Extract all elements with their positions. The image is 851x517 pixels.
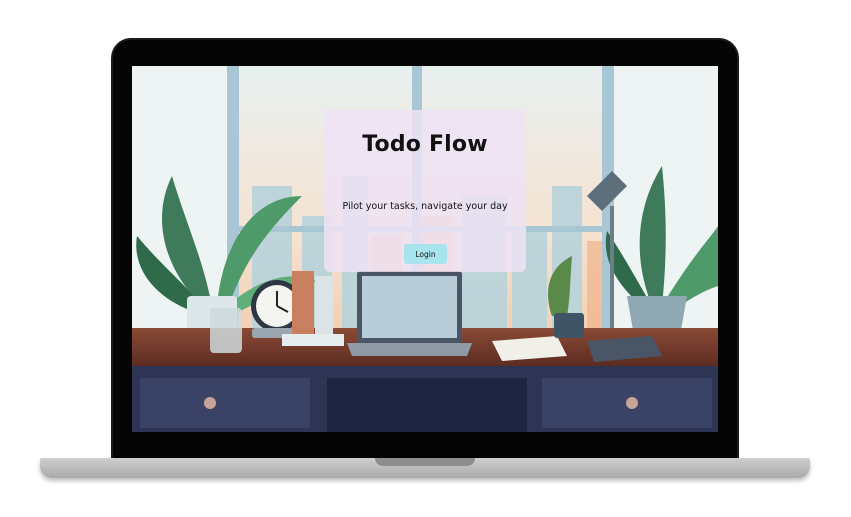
app-title: Todo Flow: [362, 132, 488, 157]
login-button[interactable]: Login: [404, 244, 447, 264]
laptop-mockup: Todo Flow Pilot your tasks, navigate you…: [0, 0, 851, 517]
welcome-card: Todo Flow Pilot your tasks, navigate you…: [324, 110, 526, 272]
laptop-notch: [375, 458, 475, 466]
app-tagline: Pilot your tasks, navigate your day: [342, 201, 508, 212]
